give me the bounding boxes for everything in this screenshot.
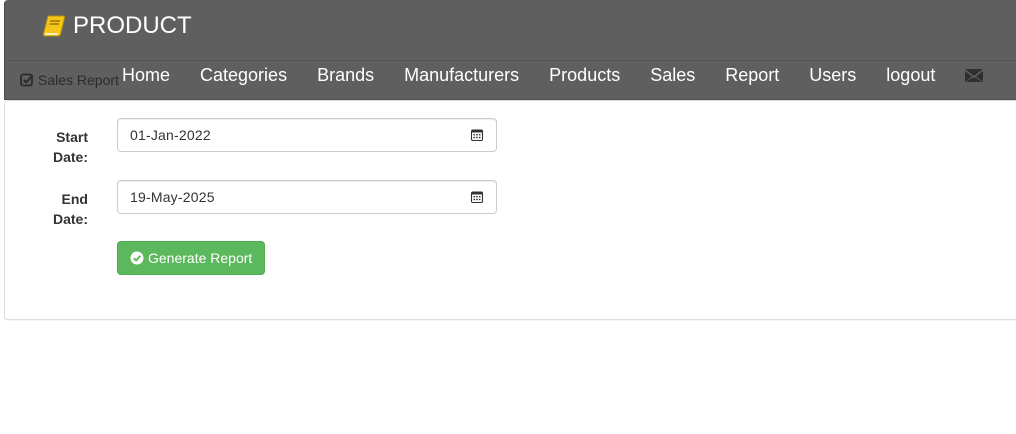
generate-report-label: Generate Report xyxy=(148,250,253,266)
nav-item-home[interactable]: Home xyxy=(107,60,185,90)
generate-report-button[interactable]: Generate Report xyxy=(117,241,266,275)
end-date-label: End Date: xyxy=(5,185,88,229)
envelope-icon xyxy=(965,68,984,82)
nav-item-categories[interactable]: Categories xyxy=(185,60,302,90)
calendar-icon[interactable] xyxy=(470,190,484,204)
nav-item-logout[interactable]: logout xyxy=(871,60,950,90)
nav-item-users[interactable]: Users xyxy=(794,60,871,90)
breadcrumb: Sales Report xyxy=(20,72,119,88)
end-date-label-line1: End xyxy=(61,191,88,207)
calendar-icon[interactable] xyxy=(470,128,484,142)
brand-link[interactable]: PRODUCT xyxy=(41,10,192,42)
mail-link[interactable] xyxy=(950,60,998,90)
nav-item-sales[interactable]: Sales xyxy=(635,60,710,90)
brand-title: PRODUCT xyxy=(73,12,192,39)
end-date-input[interactable]: 19-May-2025 xyxy=(117,180,497,214)
report-form-panel: Start Date: 01-Jan-2022 End Date: 19-May… xyxy=(4,100,1016,320)
nav-item-products[interactable]: Products xyxy=(534,60,635,90)
nav-item-brands[interactable]: Brands xyxy=(302,60,389,90)
main-nav: Home Categories Brands Manufacturers Pro… xyxy=(107,60,998,90)
check-square-icon xyxy=(20,73,34,87)
end-date-value: 19-May-2025 xyxy=(130,189,215,205)
top-navbar: PRODUCT Sales Report Home Categories Bra… xyxy=(4,0,1016,100)
nav-item-report[interactable]: Report xyxy=(710,60,794,90)
nav-item-manufacturers[interactable]: Manufacturers xyxy=(389,60,534,90)
start-date-value: 01-Jan-2022 xyxy=(130,127,211,143)
start-date-input[interactable]: 01-Jan-2022 xyxy=(117,118,497,152)
start-date-label-line2: Date: xyxy=(52,149,88,165)
check-circle-icon xyxy=(130,251,144,265)
start-date-label: Start Date: xyxy=(5,123,88,167)
start-date-label-line1: Start xyxy=(56,129,88,145)
end-date-label-line2: Date: xyxy=(52,211,88,227)
start-date-row: Start Date: xyxy=(5,123,88,167)
book-icon xyxy=(42,15,66,37)
end-date-row: End Date: xyxy=(5,185,88,229)
